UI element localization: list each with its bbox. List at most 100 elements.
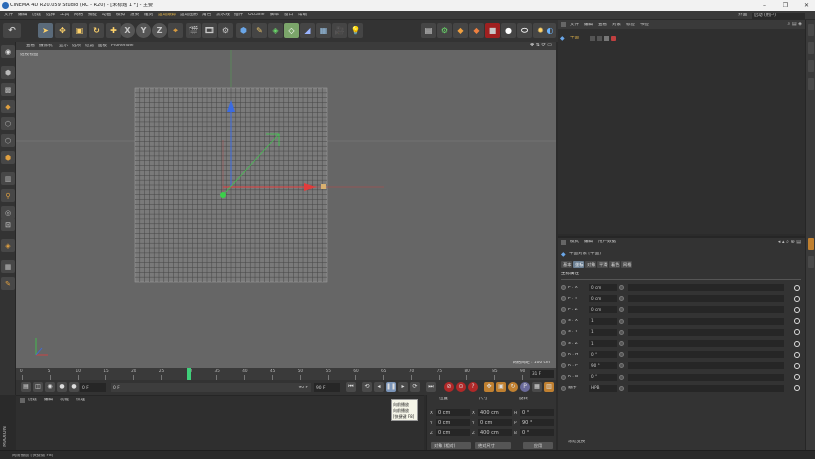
attribute-slider-5[interactable] <box>628 340 784 347</box>
coord-size-field-1[interactable]: 0 cm <box>478 419 512 426</box>
next-frame-button[interactable]: ▸ <box>398 382 408 392</box>
attribute-slider-4[interactable] <box>628 328 784 336</box>
octane-hdri-button[interactable]: ◐ <box>544 23 556 38</box>
menu-item-6[interactable]: 捕捉 <box>88 13 97 18</box>
attribute-sub-dot-1[interactable] <box>619 296 624 302</box>
locked-workplane-tool[interactable]: ⊡ <box>1 218 15 231</box>
attribute-slider-6[interactable] <box>628 351 784 359</box>
object-menu-item-2[interactable]: 查看 <box>598 23 607 28</box>
menu-item-1[interactable]: 编辑 <box>18 13 27 18</box>
coord-rotation-field-2[interactable]: 0 ° <box>520 429 554 436</box>
keyframe-selection-button[interactable]: ? <box>468 382 478 392</box>
attribute-anim-dot-8[interactable] <box>561 374 566 380</box>
texture-mode-tool[interactable]: ▩ <box>1 83 15 96</box>
menu-item-0[interactable]: 文件 <box>4 13 13 18</box>
menu-item-9[interactable]: 渲染 <box>130 13 139 18</box>
attribute-value-5[interactable]: 1 <box>589 340 617 347</box>
rotate-tool-button[interactable]: ↻ <box>89 23 104 38</box>
attribute-reset-icon-7[interactable] <box>794 362 800 369</box>
menu-item-18[interactable]: 窗口 <box>284 13 293 18</box>
attribute-value-7[interactable]: 90 ° <box>589 362 617 370</box>
octane-settings-button[interactable]: ⚙ <box>437 23 452 38</box>
attribute-value-4[interactable]: 1 <box>589 328 617 336</box>
workplane-mode-tool[interactable]: ◆ <box>1 100 15 113</box>
timeline-tool-2[interactable]: ◫ <box>33 382 43 392</box>
object-list[interactable]: ◆ 平面 <box>558 29 805 234</box>
end-frame-field[interactable]: 90 F <box>314 383 340 392</box>
coord-rotation-field-0[interactable]: 0 ° <box>520 409 554 416</box>
attribute-value-8[interactable]: 0 ° <box>589 373 617 381</box>
timeline-tool-5[interactable]: ● <box>69 382 79 392</box>
menu-item-4[interactable]: 工具 <box>60 13 69 18</box>
viewport-nav-icons[interactable]: ✥ ⇅ ⟳ ▭ <box>530 43 552 48</box>
menu-item-16[interactable]: Octane <box>248 13 265 18</box>
attribute-reset-icon-8[interactable] <box>794 374 800 381</box>
viewport-menu-item-0[interactable]: 查看 <box>26 44 35 49</box>
scale-key-button[interactable]: ▣ <box>496 382 506 392</box>
polygons-mode-tool[interactable]: ⬢ <box>1 151 15 164</box>
gizmo-y-handle[interactable] <box>220 192 226 198</box>
attribute-sub-dot-4[interactable] <box>619 329 624 335</box>
attribute-sub-dot-8[interactable] <box>619 374 624 380</box>
coord-rotation-field-1[interactable]: 90 ° <box>520 419 554 426</box>
menu-item-11[interactable]: 运动跟踪 <box>158 13 176 18</box>
attribute-value-9[interactable]: HPB <box>589 384 617 392</box>
attribute-slider-0[interactable] <box>628 284 784 291</box>
menu-item-10[interactable]: 雕刻 <box>144 13 153 18</box>
material-menu-item-3[interactable]: 纹理 <box>76 398 85 403</box>
coord-position-field-0[interactable]: 0 cm <box>436 409 470 416</box>
viewport-menu-item-5[interactable]: 面板 <box>98 44 107 49</box>
go-to-end-button[interactable]: ⏭ <box>426 382 436 392</box>
octane-camera-button[interactable]: ◆ <box>453 23 468 38</box>
light-button[interactable]: 💡 <box>348 23 363 38</box>
material-menu-item-1[interactable]: 编辑 <box>44 398 53 403</box>
coord-position-field-1[interactable]: 0 cm <box>436 419 470 426</box>
close-button[interactable]: ✕ <box>802 2 811 9</box>
spline-pen-button[interactable]: ✎ <box>252 23 267 38</box>
object-menu-item-1[interactable]: 编辑 <box>584 23 593 28</box>
axis-z-button[interactable]: Z <box>152 23 167 38</box>
sculpt-tool[interactable]: ◈ <box>1 239 15 252</box>
attribute-sub-dot-7[interactable] <box>619 363 624 369</box>
timeline-tool-1[interactable]: ▤ <box>21 382 31 392</box>
attribute-slider-1[interactable] <box>628 295 784 303</box>
minimize-button[interactable]: – <box>760 2 769 9</box>
attribute-slider-8[interactable] <box>628 373 784 381</box>
autokey-button[interactable]: ⊙ <box>456 382 466 392</box>
position-key-button[interactable]: ✥ <box>484 382 494 392</box>
attribute-anim-dot-7[interactable] <box>561 363 566 369</box>
coord-size-field-0[interactable]: 400 cm <box>478 409 512 416</box>
object-enable-icon[interactable] <box>604 36 609 41</box>
menu-item-14[interactable]: 流水线 <box>216 13 230 18</box>
tab-objects[interactable] <box>808 24 814 36</box>
point-level-key-button[interactable]: ▦ <box>532 382 542 392</box>
object-visibility-icon[interactable] <box>597 36 602 41</box>
coord-size-mode-dropdown[interactable]: 绝对尺寸 <box>475 442 511 449</box>
object-manager-search-icons[interactable]: ⌕ ▤ ◈ <box>787 22 802 27</box>
attribute-nav-icons[interactable]: ◂ ▴ ⌕ ⊕ ▤ <box>778 240 801 245</box>
recent-tool-button[interactable]: ✚ <box>106 23 121 38</box>
material-menu-item-0[interactable]: 创建 <box>28 398 37 403</box>
timeline-tool-4[interactable]: ● <box>57 382 67 392</box>
nurbs-button[interactable]: ◈ <box>268 23 283 38</box>
object-layer-icon[interactable] <box>590 36 595 41</box>
attribute-sub-dot-6[interactable] <box>619 352 624 358</box>
brush-tool[interactable]: ✎ <box>1 277 15 290</box>
record-keys-button[interactable]: ⊘ <box>444 382 454 392</box>
axis-x-button[interactable]: X <box>120 23 135 38</box>
octane-live-viewer-button[interactable]: ▤ <box>421 23 436 38</box>
attribute-anim-dot-6[interactable] <box>561 352 566 358</box>
enable-axis-tool[interactable]: ▥ <box>1 172 15 185</box>
tab-content-browser[interactable] <box>808 60 814 72</box>
next-key-button[interactable]: ⟳ <box>410 382 420 392</box>
attribute-value-3[interactable]: 1 <box>589 317 617 325</box>
attribute-anim-dot-2[interactable] <box>561 307 566 313</box>
viewport-menu-item-1[interactable]: 摄像机 <box>39 44 53 49</box>
object-menu-item-4[interactable]: 标签 <box>626 23 635 28</box>
3d-viewport[interactable]: 透视视图 网格间距 : 100 cm <box>16 50 556 368</box>
tab-takes[interactable] <box>808 42 814 54</box>
previous-key-button[interactable]: ⟲ <box>362 382 372 392</box>
layout-dropdown[interactable]: 启动 (用户) <box>752 12 805 19</box>
attribute-slider-9[interactable] <box>628 384 784 392</box>
camera-button[interactable]: 🎥 <box>332 23 347 38</box>
